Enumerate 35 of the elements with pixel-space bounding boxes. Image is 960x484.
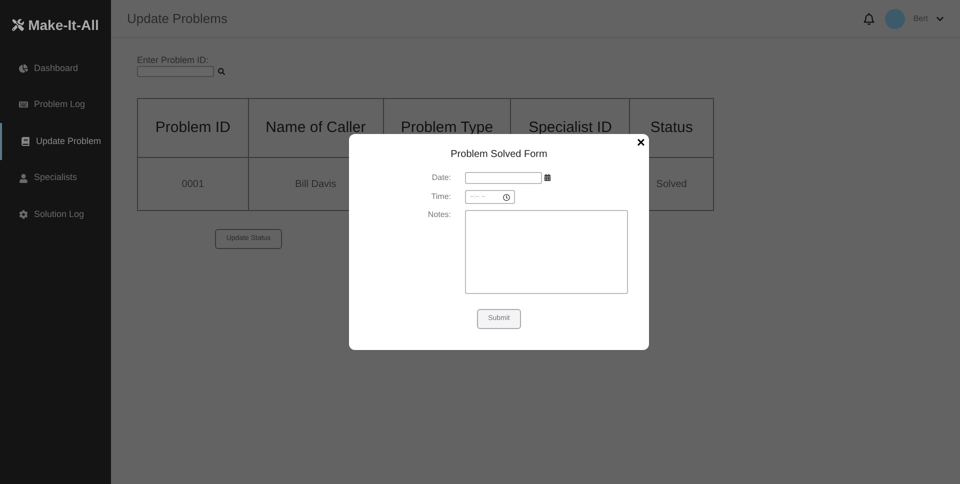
pie-chart-icon bbox=[19, 64, 28, 73]
notes-label: Notes: bbox=[426, 210, 451, 221]
column-header: Specialist ID bbox=[528, 118, 612, 138]
table-cell-text: Solved bbox=[656, 178, 687, 192]
column-header: Problem Type bbox=[400, 118, 494, 138]
table-cell-text: 0001 bbox=[182, 178, 204, 192]
bell-icon[interactable] bbox=[863, 12, 876, 24]
notes-field[interactable] bbox=[465, 210, 628, 294]
tools-icon bbox=[12, 19, 24, 31]
column-header: Problem ID bbox=[155, 118, 230, 138]
sidebar-item[interactable]: Dashboard bbox=[0, 50, 111, 87]
keyboard-icon bbox=[19, 100, 28, 110]
user-icon bbox=[19, 174, 28, 183]
date-field[interactable] bbox=[465, 172, 542, 184]
book-icon bbox=[21, 136, 30, 146]
brand-logo: Make-It-All bbox=[28, 16, 99, 34]
calendar-icon[interactable] bbox=[544, 174, 551, 181]
sidebar-item[interactable]: Specialists bbox=[0, 160, 111, 196]
column-header: Name of Caller bbox=[266, 118, 366, 138]
field-label: Enter Problem ID: bbox=[137, 55, 210, 66]
sidebar-item[interactable]: Update Problem bbox=[0, 123, 111, 160]
gear-icon bbox=[19, 210, 28, 220]
close-button[interactable]: × bbox=[636, 135, 645, 149]
table-cell-text: Bill Davis bbox=[295, 178, 336, 192]
chevron-down-icon[interactable] bbox=[936, 14, 944, 22]
time-label: Time: bbox=[430, 191, 451, 203]
column-header: Status bbox=[650, 118, 693, 138]
search-icon[interactable] bbox=[218, 68, 225, 75]
modal-title: Problem Solved Form bbox=[450, 148, 548, 162]
clock-icon[interactable] bbox=[503, 194, 510, 200]
sidebar-item[interactable]: Problem Log bbox=[0, 86, 111, 124]
sidebar-item[interactable]: Solution Log bbox=[0, 196, 111, 233]
date-label: Date: bbox=[430, 172, 451, 184]
page-title: Update Problems bbox=[127, 10, 228, 28]
problem-id-field[interactable] bbox=[137, 66, 214, 77]
